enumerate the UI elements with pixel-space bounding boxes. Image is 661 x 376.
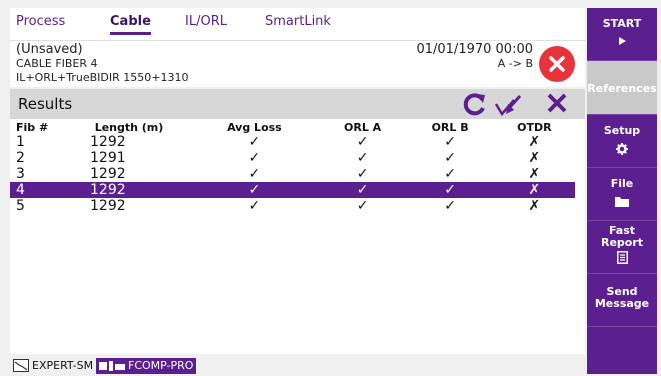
table-row[interactable]: 3 1292 ✓ ✓ ✓ ✗ [10,166,575,182]
folder-icon [615,197,629,207]
report-icon [616,251,628,264]
status-bar: EXPERT-SM FCOMP-PRO [10,357,585,375]
col-fib: Fib # [16,121,49,134]
expert-sm-label: EXPERT-SM [32,359,94,372]
table-header-row: Fib # Length (m) Avg Loss ORL A ORL B OT… [10,121,575,134]
table-row[interactable]: 5 1292 ✓ ✓ ✓ ✗ [10,198,575,214]
fib-number: 1 [16,134,25,150]
close-button[interactable] [539,46,575,82]
close-icon [549,56,565,72]
pass-icon: ✓ [444,166,456,182]
tab-cable[interactable]: Cable [110,14,151,35]
col-length: Length (m) [94,121,164,134]
pass-icon: ✓ [190,182,319,198]
fib-number: 3 [16,166,25,182]
results-table: Fib # Length (m) Avg Loss ORL A ORL B OT… [10,121,575,214]
fib-number: 4 [10,182,68,198]
fcomp-pro-label: FCOMP-PRO [128,358,197,374]
fast-report-button[interactable]: Fast Report [587,221,657,273]
tab-process[interactable]: Process [16,14,65,29]
send-message-label-1: Send [606,285,638,298]
start-button[interactable]: START [587,8,657,60]
direction: A -> B [497,57,533,70]
file-button[interactable]: File [587,168,657,220]
col-orl-a: ORL A [344,121,382,134]
length-value: 1292 [68,182,190,198]
tab-smartlink[interactable]: SmartLink [265,14,331,29]
fail-icon: ✗ [528,134,541,150]
col-orl-b: ORL B [431,121,469,134]
tab-il-orl[interactable]: IL/ORL [185,14,227,29]
play-icon [619,37,626,45]
fail-icon: ✗ [528,198,541,214]
col-avg-loss: Avg Loss [227,121,282,134]
file-label: File [610,177,634,190]
pass-icon: ✓ [356,134,369,150]
pass-icon: ✓ [444,198,456,214]
pass-icon: ✓ [356,198,369,214]
fast-report-label-2: Report [600,236,644,249]
screen: Process Cable IL/ORL SmartLink (Unsaved)… [0,0,661,376]
fail-icon: ✗ [528,150,541,166]
gear-icon [616,143,628,155]
fail-icon: ✗ [528,166,541,182]
start-label: START [602,17,642,30]
pass-icon: ✓ [248,150,261,166]
send-message-label-2: Message [594,297,650,310]
length-value: 1292 [90,198,126,214]
sidebar: START References Setup File Fast Report … [587,8,657,374]
length-value: 1291 [90,150,126,166]
table-row[interactable]: 1 1292 ✓ ✓ ✓ ✗ [10,134,575,150]
setup-label: Setup [603,124,641,137]
pass-icon: ✓ [444,150,456,166]
references-button[interactable]: References [587,61,657,114]
delete-icon[interactable] [546,92,568,114]
trace-icon [13,359,29,372]
send-message-button[interactable]: Send Message [587,274,657,326]
setup-button[interactable]: Setup [587,115,657,167]
fib-number: 5 [16,198,25,214]
info-panel: (Unsaved) CABLE FIBER 4 IL+ORL+TrueBIDIR… [10,40,585,87]
sidebar-divider [587,326,657,327]
table-row-selected[interactable]: 4 1292 ✓ ✓ ✓ ✗ [10,182,575,198]
fast-report-label-1: Fast [608,224,636,237]
module-icon [96,358,128,374]
table-row[interactable]: 2 1291 ✓ ✓ ✓ ✗ [10,150,575,166]
results-panel: Results Fib # Length (m) Avg Loss ORL A … [10,89,585,354]
length-value: 1292 [90,166,126,182]
results-title: Results [18,95,73,113]
pass-icon: ✓ [248,134,261,150]
results-header: Results [10,89,585,119]
pass-icon: ✓ [318,182,407,198]
cable-name: CABLE FIBER 4 [16,57,98,70]
references-label: References [587,82,657,95]
tab-bar: Process Cable IL/ORL SmartLink [10,8,585,40]
length-value: 1292 [90,134,126,150]
fib-number: 2 [16,150,25,166]
pass-icon: ✓ [248,166,261,182]
pass-icon: ✓ [356,150,369,166]
pass-icon: ✓ [444,134,456,150]
pass-icon: ✓ [356,166,369,182]
pass-icon: ✓ [248,198,261,214]
pass-icon: ✓ [406,182,494,198]
save-status: (Unsaved) [16,42,83,57]
col-otdr: OTDR [517,121,552,134]
datetime: 01/01/1970 00:00 [416,42,533,57]
clear-results-icon[interactable] [492,92,524,118]
refresh-icon[interactable] [462,92,488,116]
test-mode: IL+ORL+TrueBIDIR 1550+1310 [16,71,189,84]
fail-icon: ✗ [493,182,575,198]
